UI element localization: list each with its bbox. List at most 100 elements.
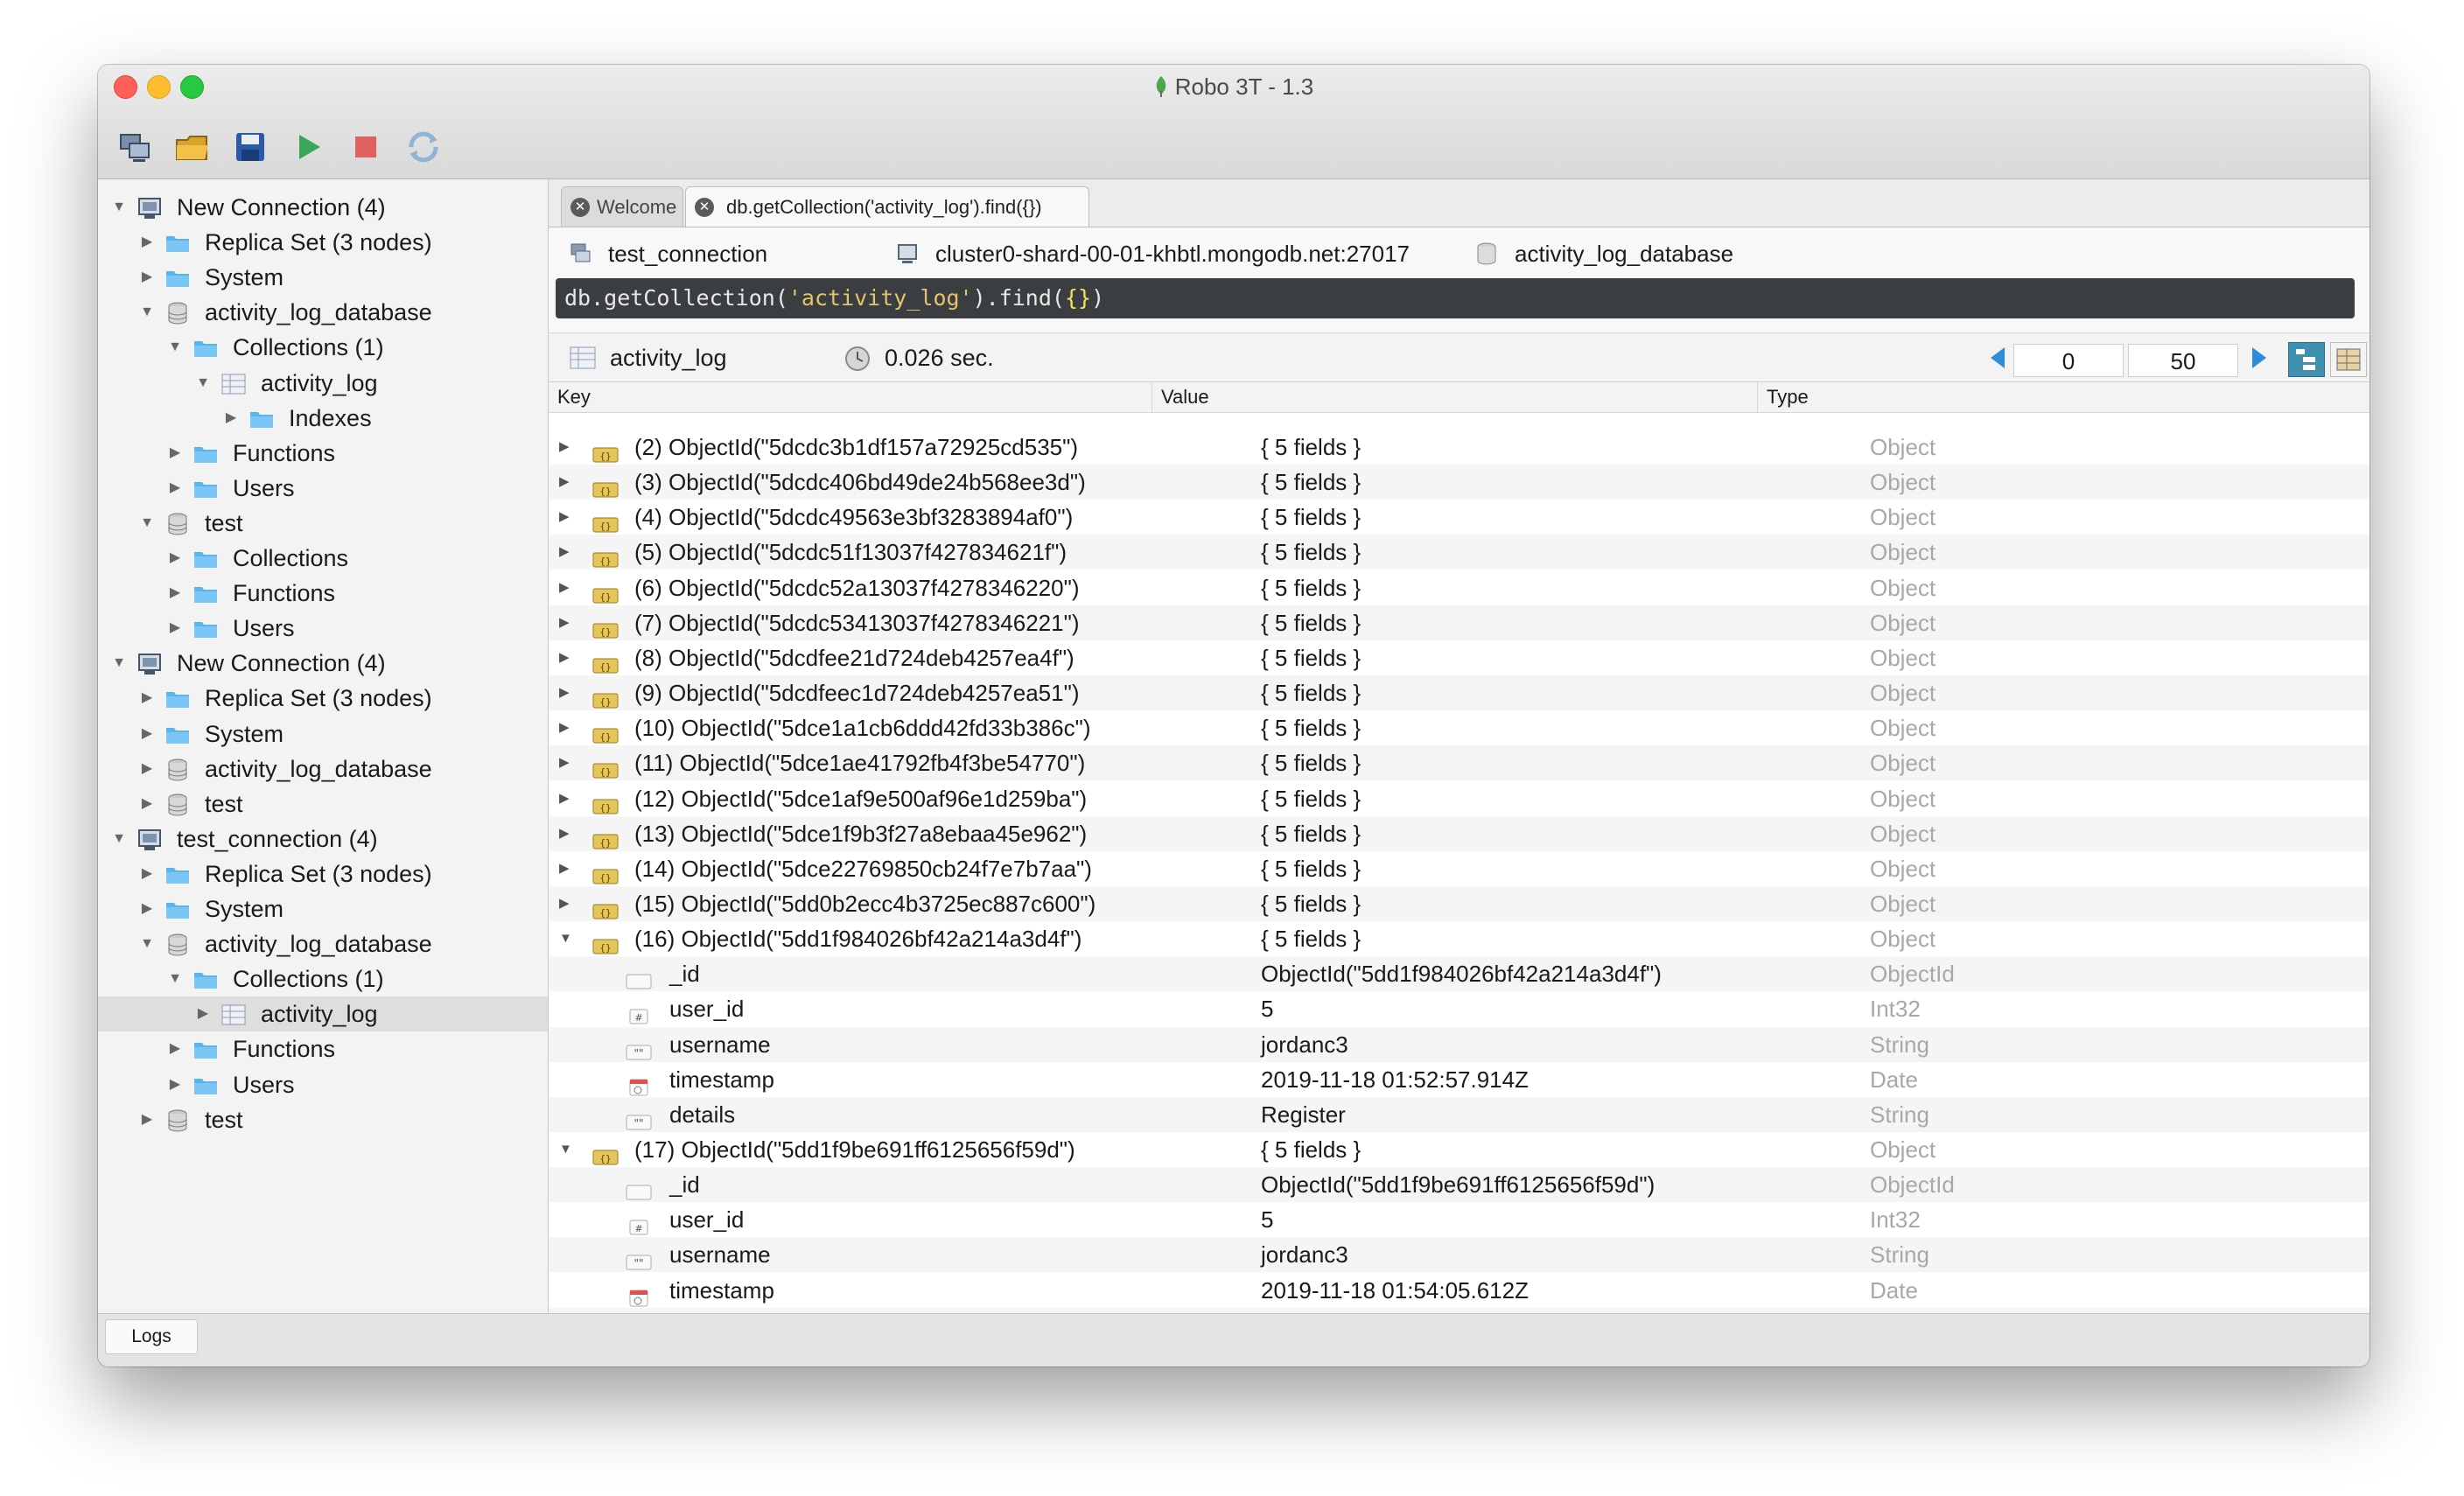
expand-icon[interactable]: ▶ [222,401,240,436]
open-folder-icon[interactable] [173,128,212,166]
table-row[interactable]: ▼ {} (16) ObjectId("5dd1f984026bf42a214a3d… [549,921,2370,956]
expand-icon[interactable]: ▶ [559,605,575,640]
expand-icon[interactable]: ▶ [559,570,575,605]
tree-view-icon[interactable] [2288,342,2325,377]
collapse-icon[interactable]: ▼ [559,921,575,956]
expand-icon[interactable]: ▶ [166,541,184,576]
table-row[interactable]: ▶ {} (6) ObjectId("5dcdc52a13037f427834622… [549,570,2370,605]
tree-item[interactable]: ▶ test [98,786,548,821]
table-row[interactable]: "" details Register String [549,1096,2370,1132]
tree-item[interactable]: ▼ test [98,506,548,541]
table-row[interactable]: ▶ {} (8) ObjectId("5dcdfee21d724deb4257ea4… [549,640,2370,675]
collapse-icon[interactable]: ▼ [194,366,212,401]
tree-item[interactable]: ▼ test_connection (4) [98,821,548,856]
tree-item[interactable]: ▶ Collections [98,541,548,576]
table-row[interactable]: ▶ {} (15) ObjectId("5dd0b2ecc4b3725ec887c6… [549,885,2370,921]
collapse-icon[interactable]: ▼ [138,926,156,961]
connect-icon[interactable] [116,128,154,166]
expand-icon[interactable]: ▶ [166,611,184,646]
expand-icon[interactable]: ▶ [559,781,575,816]
expand-icon[interactable]: ▶ [559,886,575,921]
tree-item[interactable]: ▼ Collections (1) [98,961,548,996]
table-view-icon[interactable] [2330,342,2367,377]
expand-icon[interactable]: ▶ [559,675,575,710]
collapse-icon[interactable]: ▼ [110,646,128,681]
expand-icon[interactable]: ▶ [138,717,156,751]
refresh-icon[interactable] [404,128,443,166]
tree-item[interactable]: ▼ activity_log [98,366,548,401]
tree-item[interactable]: ▶ Replica Set (3 nodes) [98,681,548,716]
tree-item[interactable]: ▶ System [98,891,548,926]
collapse-icon[interactable]: ▼ [138,506,156,541]
collapse-icon[interactable]: ▼ [559,1132,575,1167]
expand-icon[interactable]: ▶ [138,891,156,926]
tree-item[interactable]: ▶ Users [98,1067,548,1102]
expand-icon[interactable]: ▶ [138,751,156,786]
run-icon[interactable] [289,128,327,166]
table-row[interactable]: # user_id 5 Int32 [549,991,2370,1026]
expand-icon[interactable]: ▶ [166,1067,184,1102]
tree-item[interactable]: ▶ Users [98,471,548,506]
stop-icon[interactable] [346,128,385,166]
tree-item[interactable]: ▶ Indexes [98,401,548,436]
table-row[interactable]: ▶ {} (3) ObjectId("5dcdc406bd49de24b568ee3… [549,465,2370,500]
expand-icon[interactable]: ▶ [559,430,575,465]
expand-icon[interactable]: ▶ [138,1102,156,1137]
tree-item[interactable]: ▶ activity_log_database [98,751,548,786]
expand-icon[interactable]: ▶ [166,471,184,506]
table-row[interactable]: ▶ {} (4) ObjectId("5dcdc49563e3bf3283894af… [549,500,2370,535]
tree-item[interactable]: ▶ Users [98,611,548,646]
collapse-icon[interactable]: ▼ [110,190,128,225]
expand-icon[interactable]: ▶ [138,225,156,260]
expand-icon[interactable]: ▶ [166,576,184,611]
expand-icon[interactable]: ▶ [166,436,184,471]
tree-item[interactable]: ▶ Replica Set (3 nodes) [98,856,548,891]
table-row[interactable]: _id ObjectId("5dd1f9be691ff6125656f59d") O… [549,1167,2370,1203]
tree-item[interactable]: ▼ New Connection (4) [98,646,548,681]
expand-icon[interactable]: ▶ [559,640,575,675]
skip-input[interactable]: 0 [2013,344,2124,377]
tree-item[interactable]: ▶ System [98,717,548,751]
expand-icon[interactable]: ▶ [138,260,156,295]
tab-query[interactable]: ✕ db.getCollection('activity_log').find(… [685,186,1089,227]
expand-icon[interactable]: ▶ [194,996,212,1031]
expand-icon[interactable]: ▶ [166,1031,184,1066]
tree-item[interactable]: ▶ Functions [98,576,548,611]
table-row[interactable]: # user_id 5 Int32 [549,1202,2370,1237]
collapse-icon[interactable]: ▼ [110,821,128,856]
tree-item[interactable]: ▼ activity_log_database [98,295,548,330]
expand-icon[interactable]: ▶ [138,681,156,716]
tree-item[interactable]: ▶ Functions [98,436,548,471]
table-row[interactable]: "" username jordanc3 String [549,1026,2370,1062]
tree-item[interactable]: ▶ System [98,260,548,295]
expand-icon[interactable]: ▶ [559,500,575,535]
collapse-icon[interactable]: ▼ [166,961,184,996]
table-row[interactable]: ▶ {} (5) ObjectId("5dcdc51f13037f427834621… [549,535,2370,570]
expand-icon[interactable]: ▶ [138,786,156,821]
tree-item[interactable]: ▼ Collections (1) [98,330,548,365]
table-row[interactable]: _id ObjectId("5dd1f984026bf42a214a3d4f") O… [549,956,2370,992]
table-row[interactable]: ▶ {} (14) ObjectId("5dce22769850cb24f7e7b7… [549,851,2370,886]
limit-input[interactable]: 50 [2128,344,2238,377]
table-row[interactable]: ▶ {} (7) ObjectId("5dcdc53413037f427834622… [549,605,2370,640]
close-tab-icon[interactable]: ✕ [570,198,590,217]
query-editor[interactable]: db.getCollection('activity_log').find({}… [556,278,2355,318]
table-row[interactable]: ▶ {} (12) ObjectId("5dce1af9e500af96e1d259… [549,781,2370,816]
expand-icon[interactable]: ▶ [559,745,575,780]
table-row[interactable]: timestamp 2019-11-18 01:54:05.612Z Date [549,1273,2370,1308]
prev-page-icon[interactable] [1991,347,2005,368]
collapse-icon[interactable]: ▼ [138,295,156,330]
tree-item[interactable]: ▶ test [98,1102,548,1137]
table-row[interactable]: ▼ {} (17) ObjectId("5dd1f9be691ff6125656f5… [549,1132,2370,1167]
tree-item[interactable]: ▶ activity_log [98,996,548,1032]
table-row[interactable]: ▶ {} (11) ObjectId("5dce1ae41792fb4f3be547… [549,745,2370,781]
table-row[interactable]: ▶ {} (2) ObjectId("5dcdc3b1df157a72925cd53… [549,430,2370,465]
expand-icon[interactable]: ▶ [559,851,575,886]
table-row[interactable]: "" username jordanc3 String [549,1237,2370,1273]
table-row[interactable]: ▶ {} (10) ObjectId("5dce1a1cb6ddd42fd33b38… [549,710,2370,745]
expand-icon[interactable]: ▶ [559,535,575,570]
logs-tab[interactable]: Logs [105,1319,198,1354]
expand-icon[interactable]: ▶ [559,816,575,851]
save-icon[interactable] [231,128,270,166]
table-row[interactable]: ▶ {} (13) ObjectId("5dce1f9b3f27a8ebaa45e9… [549,815,2370,851]
